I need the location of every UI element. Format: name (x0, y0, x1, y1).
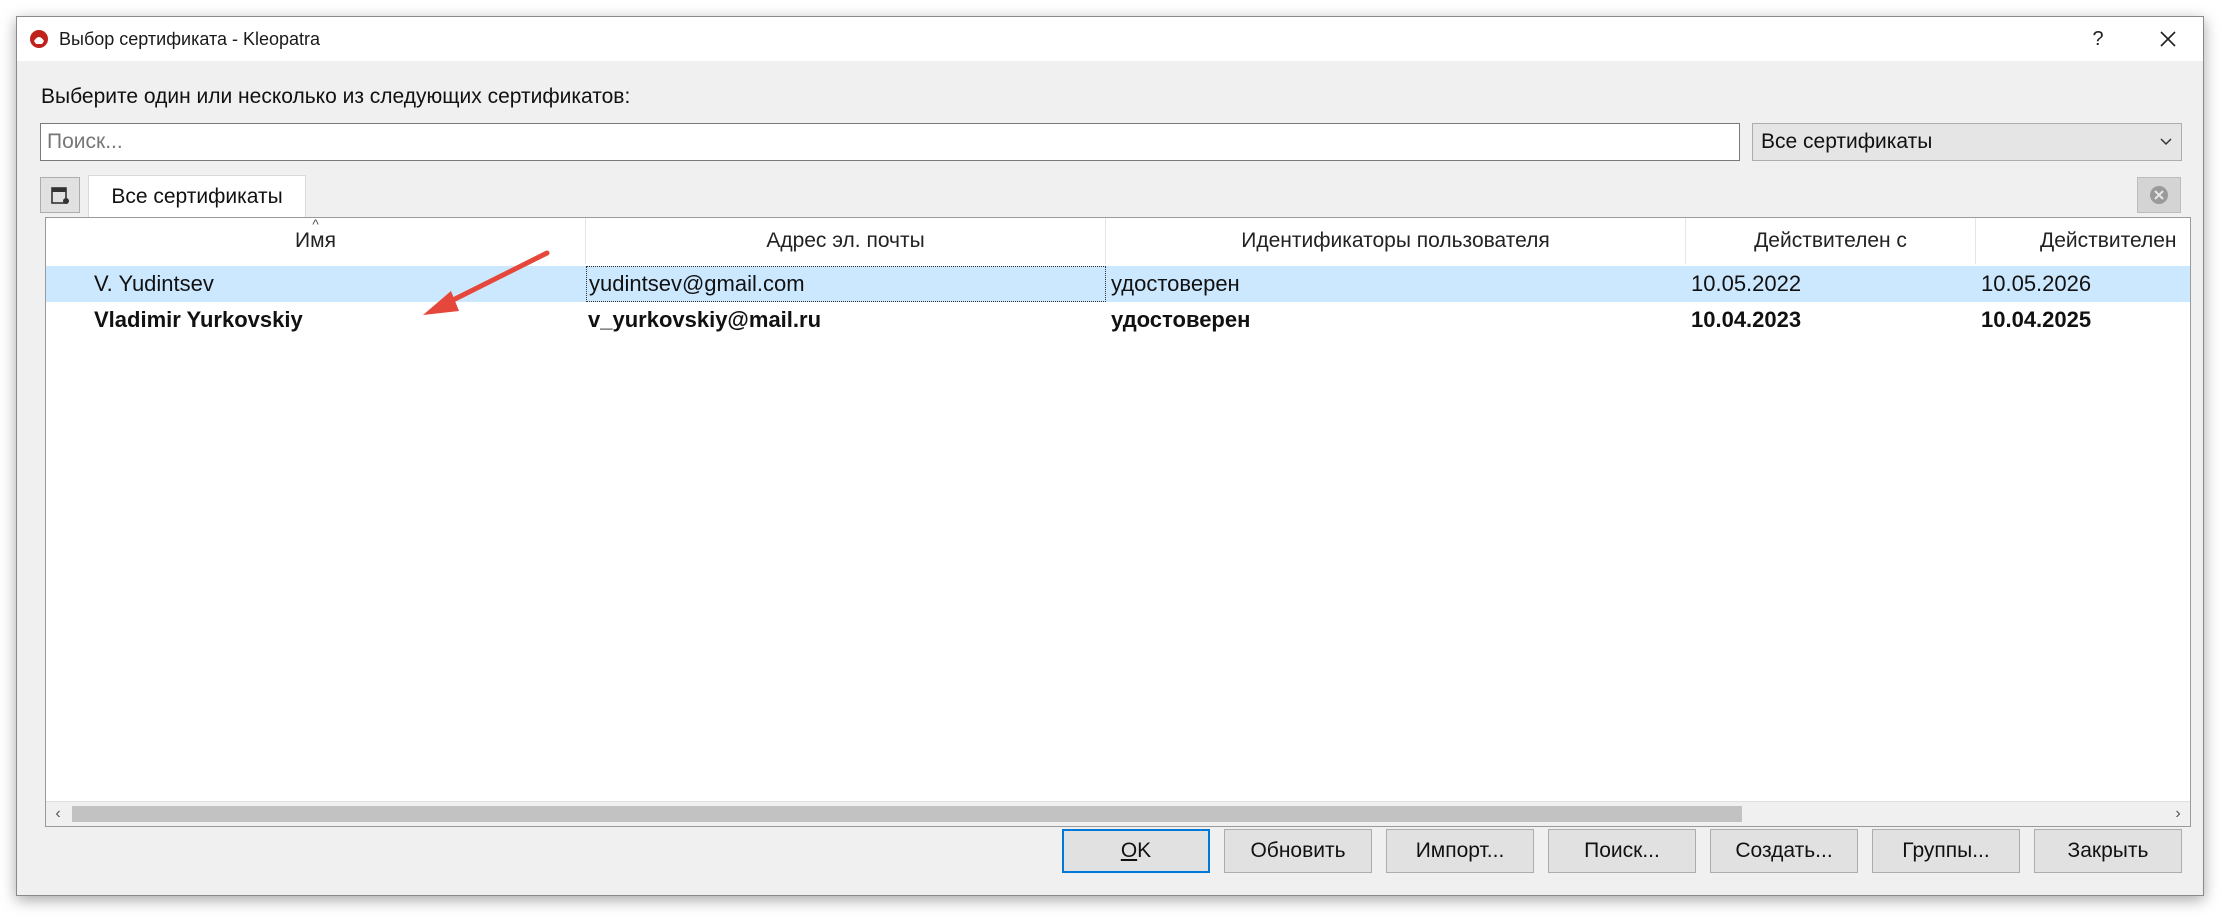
cell-valid-from: 10.05.2022 (1691, 271, 1802, 296)
groups-button[interactable]: Группы... (1872, 829, 2020, 873)
column-header-label: Имя (295, 229, 336, 252)
ok-label-rest: K (1137, 839, 1152, 862)
refresh-button[interactable]: Обновить (1224, 829, 1372, 873)
sort-ascending-icon: ^ (312, 217, 319, 232)
selection-prompt: Выберите один или несколько из следующих… (41, 85, 631, 108)
cell-email: v_yurkovskiy@mail.ru (588, 307, 822, 332)
help-button[interactable]: ? (2063, 17, 2133, 61)
cell-user-ids: удостоверен (1111, 271, 1240, 296)
ok-mnemonic: O (1120, 839, 1138, 862)
column-header-valid-until[interactable]: Действителен (1976, 218, 2190, 264)
new-tab-icon (51, 187, 69, 204)
horizontal-scrollbar[interactable]: ‹ › (46, 801, 2190, 826)
close-tab-button[interactable] (2137, 177, 2181, 213)
close-circle-icon (2150, 186, 2168, 204)
cell-valid-from: 10.04.2023 (1691, 307, 1802, 332)
close-button[interactable]: Закрыть (2034, 829, 2182, 873)
scroll-left-icon[interactable]: ‹ (46, 802, 70, 826)
search-input[interactable] (40, 123, 1740, 161)
scrollbar-thumb[interactable] (72, 806, 1742, 822)
table-header: ^ Имя Адрес эл. почты Идентификаторы пол… (46, 218, 2190, 264)
certificate-selection-dialog: Выбор сертификата - Kleopatra ? Выберите… (16, 16, 2204, 896)
certificate-filter-select[interactable]: Все сертификаты (1752, 123, 2182, 161)
column-header-user-ids[interactable]: Идентификаторы пользователя (1106, 218, 1686, 264)
close-window-button[interactable] (2133, 17, 2203, 61)
window-title: Выбор сертификата - Kleopatra (59, 28, 321, 49)
cell-user-ids: удостоверен (1111, 307, 1251, 332)
column-header-name[interactable]: ^ Имя (46, 218, 586, 264)
new-tab-button[interactable] (40, 177, 80, 213)
kleopatra-app-icon (30, 30, 48, 48)
create-button[interactable]: Создать... (1710, 829, 1858, 873)
import-button[interactable]: Импорт... (1386, 829, 1534, 873)
column-header-email[interactable]: Адрес эл. почты (586, 218, 1106, 264)
table-row[interactable]: Vladimir Yurkovskiy v_yurkovskiy@mail.ru… (46, 302, 2190, 338)
table-row[interactable]: V. Yudintsev yudintsev@gmail.com удостов… (46, 266, 2190, 302)
cell-email: yudintsev@gmail.com (586, 266, 1106, 302)
ok-button[interactable]: OK (1062, 829, 1210, 873)
scroll-right-icon[interactable]: › (2166, 802, 2190, 826)
certificates-table: ^ Имя Адрес эл. почты Идентификаторы пол… (45, 217, 2191, 827)
cell-name: Vladimir Yurkovskiy (94, 307, 303, 332)
close-icon (2160, 31, 2176, 47)
column-header-valid-from[interactable]: Действителен с (1686, 218, 1976, 264)
cell-valid-until: 10.04.2025 (1981, 307, 2092, 332)
filter-selected-value: Все сертификаты (1761, 130, 1933, 153)
tab-all-certificates[interactable]: Все сертификаты (88, 175, 306, 217)
title-bar: Выбор сертификата - Kleopatra ? (17, 17, 2203, 61)
chevron-down-icon (2160, 138, 2172, 146)
cell-name: V. Yudintsev (94, 271, 214, 296)
cell-valid-until: 10.05.2026 (1981, 271, 2092, 296)
lookup-button[interactable]: Поиск... (1548, 829, 1696, 873)
